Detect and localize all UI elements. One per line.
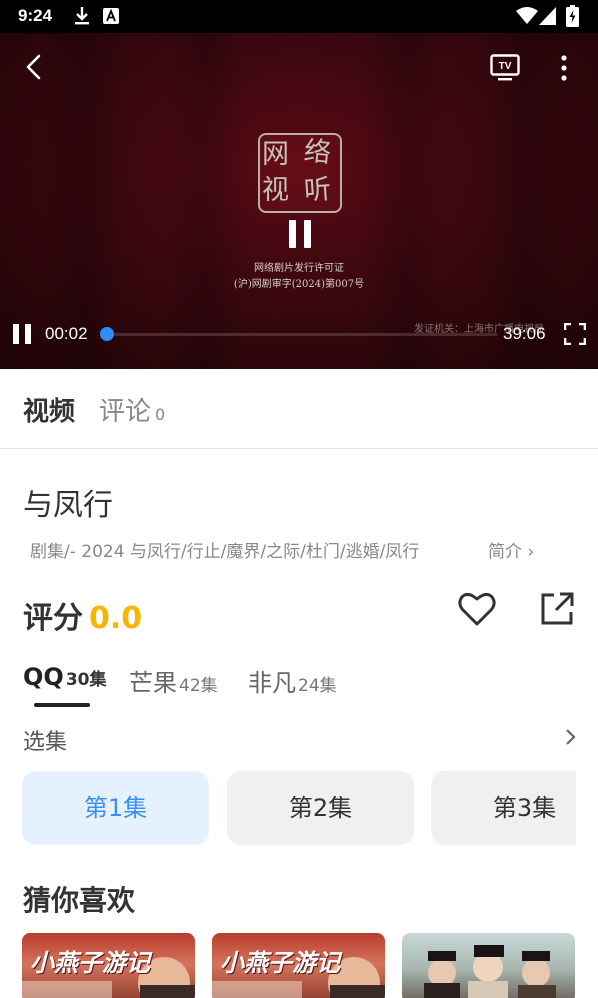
source-tab-mango[interactable]: 芒果 42集 xyxy=(129,663,218,698)
fullscreen-icon[interactable] xyxy=(564,323,586,345)
rating-label: 评分 xyxy=(23,601,83,636)
tab-video[interactable]: 视频 xyxy=(23,391,75,428)
tab-comment-label: 评论 xyxy=(99,397,152,427)
source-name: QQ xyxy=(23,663,64,691)
episode-select-label: 选集 xyxy=(23,730,68,755)
wifi-icon xyxy=(516,7,538,24)
chevron-right-icon[interactable] xyxy=(563,727,579,747)
license-title: 网络剧片发行许可证 xyxy=(254,263,344,274)
video-player[interactable]: 网 络 视 听 网络剧片发行许可证 (沪)网剧审字(2024)第007号 发证机… xyxy=(0,33,598,369)
curtain-decor xyxy=(40,33,130,369)
source-count: 24集 xyxy=(298,676,337,696)
curtain-decor xyxy=(360,33,450,369)
recommend-card[interactable]: 小燕子游记 xyxy=(212,933,385,998)
favorite-heart-icon[interactable] xyxy=(458,591,496,627)
episode-button[interactable]: 第3集 xyxy=(431,771,576,845)
poster-title: 小燕子游记 xyxy=(220,949,340,977)
source-tab-qq[interactable]: QQ 30集 xyxy=(23,663,106,691)
status-bar: 9:24 xyxy=(0,0,598,33)
rating-score: 0.0 xyxy=(89,601,143,636)
source-count: 30集 xyxy=(65,670,107,690)
source-tabs: QQ 30集 芒果 42集 非凡 24集 xyxy=(0,663,598,709)
more-options-icon[interactable] xyxy=(554,55,574,83)
seek-handle[interactable] xyxy=(100,327,114,341)
battery-charging-icon xyxy=(566,5,579,27)
center-pause-icon[interactable] xyxy=(289,220,311,248)
source-name: 非凡 xyxy=(248,669,296,697)
recommend-card[interactable] xyxy=(402,933,575,998)
share-icon[interactable] xyxy=(540,592,574,626)
back-arrow-icon[interactable] xyxy=(22,54,48,80)
episode-button[interactable]: 第2集 xyxy=(227,771,414,845)
source-count: 42集 xyxy=(179,676,218,696)
license-number: (沪)网剧审字(2024)第007号 xyxy=(233,279,365,290)
app-notification-icon xyxy=(103,8,119,24)
content-tabs: 视频 评论 0 xyxy=(0,369,598,449)
recommend-card[interactable]: 小燕子游记 xyxy=(22,933,195,998)
status-time: 9:24 xyxy=(18,6,53,25)
svg-text:TV: TV xyxy=(499,61,512,72)
curtain-decor xyxy=(480,33,570,369)
source-tab-feifan[interactable]: 非凡 24集 xyxy=(248,663,337,698)
current-time: 00:02 xyxy=(45,324,88,343)
show-meta: 剧集/- 2024 与凤行/行止/魔界/之际/杜门/逃婚/凤行 xyxy=(30,542,420,562)
show-title: 与凤行 xyxy=(23,488,113,523)
episode-button[interactable]: 第1集 xyxy=(22,771,209,845)
intro-link[interactable]: 简介 › xyxy=(488,537,534,562)
download-icon xyxy=(75,7,89,25)
source-name: 芒果 xyxy=(129,669,177,697)
total-time: 39:06 xyxy=(503,324,546,343)
episode-list: 第1集 第2集 第3集 xyxy=(0,771,576,847)
seek-bar[interactable] xyxy=(107,333,497,336)
signal-icon xyxy=(539,7,556,25)
active-source-indicator xyxy=(34,703,90,707)
poster-image xyxy=(424,945,556,998)
network-drama-seal-logo: 网 络 视 听 xyxy=(258,133,342,213)
play-pause-button[interactable] xyxy=(13,324,33,344)
curtain-decor xyxy=(160,33,250,369)
rating: 评分 0.0 xyxy=(23,593,142,637)
tab-comment[interactable]: 评论 0 xyxy=(99,391,165,428)
poster-title: 小燕子游记 xyxy=(30,949,150,977)
comment-count: 0 xyxy=(155,405,166,424)
tv-cast-icon[interactable]: TV xyxy=(490,54,520,82)
recommend-title: 猜你喜欢 xyxy=(23,884,136,917)
